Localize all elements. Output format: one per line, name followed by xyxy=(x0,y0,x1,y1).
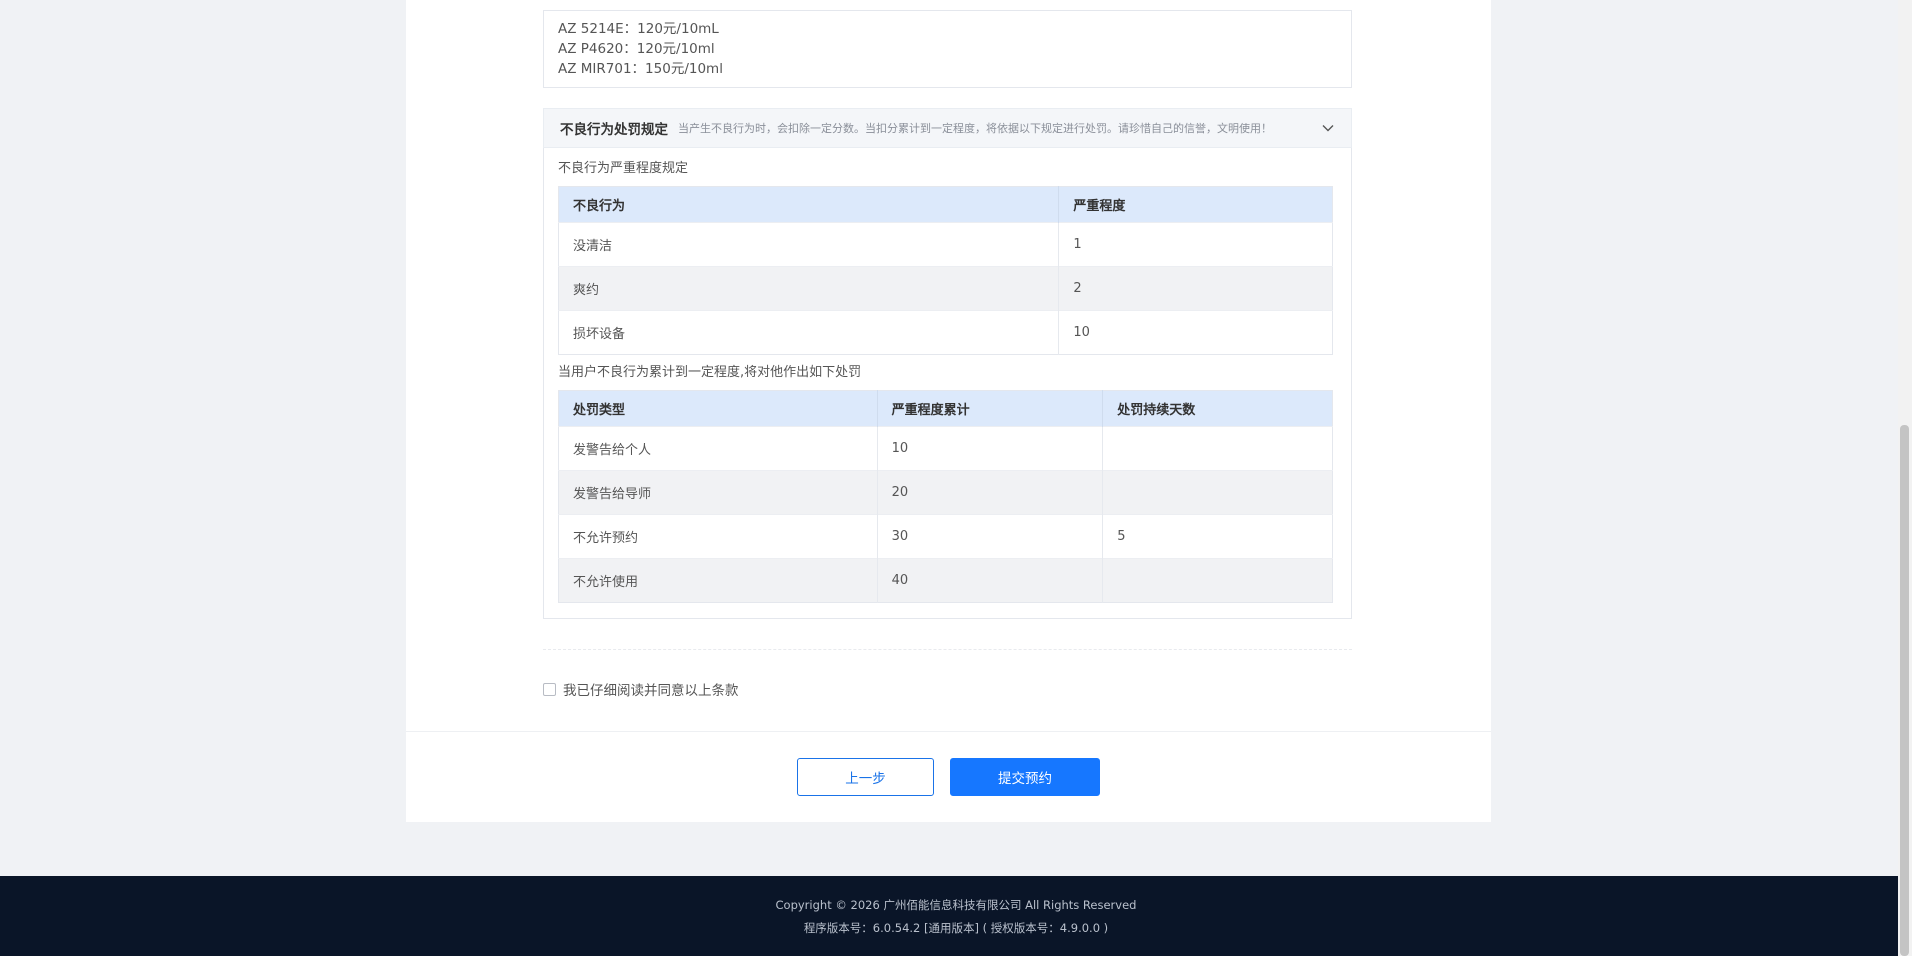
table-cell: 2 xyxy=(1058,266,1333,311)
table-cell: 发警告给导师 xyxy=(558,470,878,515)
table-row: 不允许使用 40 xyxy=(558,558,1333,603)
table-row: 爽约 2 xyxy=(558,266,1333,311)
column-header: 严重程度累计 xyxy=(877,390,1104,427)
reagent-line: AZ MIR701：150元/10ml xyxy=(558,61,723,77)
severity-caption: 不良行为严重程度规定 xyxy=(558,161,689,176)
previous-step-button[interactable]: 上一步 xyxy=(797,758,934,796)
table-cell: 不允许预约 xyxy=(558,514,878,559)
submit-reservation-button[interactable]: 提交预约 xyxy=(950,758,1100,796)
table-cell: 发警告给个人 xyxy=(558,426,878,471)
severity-table: 不良行为 严重程度 没清洁 1 爽约 2 损坏设备 10 xyxy=(558,186,1333,355)
table-row: 损坏设备 10 xyxy=(558,310,1333,355)
table-cell: 不允许使用 xyxy=(558,558,878,603)
penalty-caption: 当用户不良行为累计到一定程度,将对他作出如下处罚 xyxy=(558,365,862,380)
table-cell: 10 xyxy=(1058,310,1333,355)
table-header-row: 处罚类型 严重程度累计 处罚持续天数 xyxy=(558,390,1333,427)
rules-collapse-header[interactable]: 不良行为处罚规定 当产生不良行为时，会扣除一定分数。当扣分累计到一定程度，将依据… xyxy=(543,108,1352,148)
agreement-checkbox[interactable] xyxy=(543,682,556,696)
footer-version: 程序版本号：6.0.54.2 [通用版本] ( 授权版本号：4.9.0.0 ) xyxy=(803,921,1109,935)
page: AZ 5214E：120元/10mL AZ P4620：120元/10ml AZ… xyxy=(0,0,1912,956)
rules-title: 不良行为处罚规定 xyxy=(560,122,668,138)
table-cell xyxy=(1102,558,1333,603)
table-row: 没清洁 1 xyxy=(558,222,1333,267)
rules-description: 当产生不良行为时，会扣除一定分数。当扣分累计到一定程度，将依据以下规定进行处罚。… xyxy=(678,122,1272,135)
chevron-down-icon[interactable] xyxy=(1321,121,1335,135)
column-header: 处罚类型 xyxy=(558,390,878,427)
table-row: 发警告给个人 10 xyxy=(558,426,1333,471)
table-cell: 没清洁 xyxy=(558,222,1060,267)
table-cell: 5 xyxy=(1102,514,1333,559)
table-cell: 爽约 xyxy=(558,266,1060,311)
footer-copyright: Copyright © 2026 广州佰能信息科技有限公司 All Rights… xyxy=(775,898,1137,912)
table-cell: 20 xyxy=(877,470,1104,515)
column-header: 处罚持续天数 xyxy=(1102,390,1333,427)
column-header: 严重程度 xyxy=(1058,186,1333,223)
section-divider xyxy=(406,731,1491,732)
agreement-label[interactable]: 我已仔细阅读并同意以上条款 xyxy=(563,679,739,699)
reagent-price-box: AZ 5214E：120元/10mL AZ P4620：120元/10ml AZ… xyxy=(543,10,1352,88)
reagent-line: AZ P4620：120元/10ml xyxy=(558,41,715,57)
agreement-row[interactable]: 我已仔细阅读并同意以上条款 xyxy=(543,679,739,699)
table-cell: 40 xyxy=(877,558,1104,603)
table-cell xyxy=(1102,470,1333,515)
footer: Copyright © 2026 广州佰能信息科技有限公司 All Rights… xyxy=(0,876,1912,956)
table-row: 发警告给导师 20 xyxy=(558,470,1333,515)
table-header-row: 不良行为 严重程度 xyxy=(558,186,1333,223)
table-cell: 30 xyxy=(877,514,1104,559)
table-cell: 损坏设备 xyxy=(558,310,1060,355)
dashed-divider xyxy=(543,649,1352,650)
table-cell xyxy=(1102,426,1333,471)
scrollbar-thumb[interactable] xyxy=(1900,425,1909,956)
table-row: 不允许预约 30 5 xyxy=(558,514,1333,559)
table-cell: 1 xyxy=(1058,222,1333,267)
penalty-table: 处罚类型 严重程度累计 处罚持续天数 发警告给个人 10 发警告给导师 20 不… xyxy=(558,390,1333,603)
column-header: 不良行为 xyxy=(558,186,1060,223)
reagent-line: AZ 5214E：120元/10mL xyxy=(558,21,719,37)
table-cell: 10 xyxy=(877,426,1104,471)
